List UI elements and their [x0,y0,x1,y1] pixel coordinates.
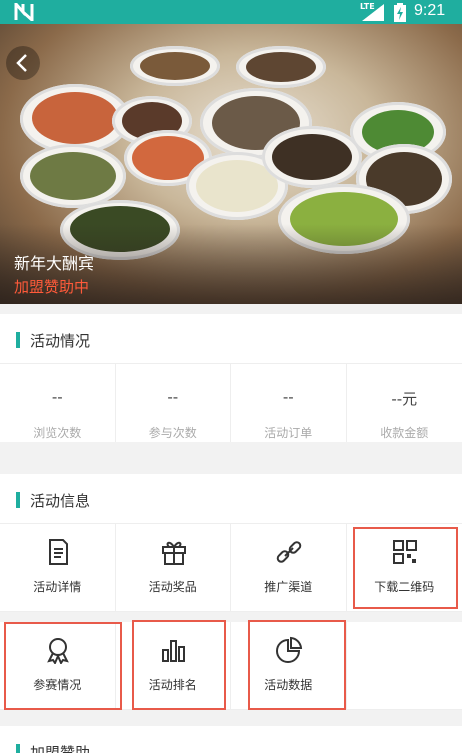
stat-value: --元 [391,390,418,408]
section-accent-bar [16,332,20,348]
section-accent-bar [16,744,20,753]
participation-status-button[interactable]: 参赛情况 [0,622,116,710]
stat-revenue: --元 收款金额 [347,364,462,442]
gift-icon [161,541,186,565]
stat-views: -- 浏览次数 [0,364,116,442]
grid-item-label: 活动排名 [148,678,197,692]
empty-cell [346,622,462,710]
n-logo-icon [14,3,34,21]
stat-orders: -- 活动订单 [231,364,347,442]
award-icon [47,638,69,664]
bar-chart-icon [161,640,185,662]
chevron-left-icon [16,54,27,72]
activity-ranking-button[interactable]: 活动排名 [115,622,231,710]
activity-data-button[interactable]: 活动数据 [231,622,347,710]
back-button[interactable] [6,46,40,80]
activity-title: 新年大酬宾 [14,254,95,273]
pie-chart-icon [276,636,303,663]
stat-label: 浏览次数 [33,426,82,440]
link-icon [276,541,302,563]
hero-banner: 新年大酬宾 加盟赞助中 [0,24,462,304]
status-bar: LTE 9:21 [0,0,462,24]
section-title: 加盟赞助 [30,744,91,753]
grid-item-label: 活动详情 [33,580,82,594]
section-title: 活动信息 [30,492,91,510]
qr-code-icon [392,540,417,564]
download-qr-button[interactable]: 下载二维码 [346,524,462,612]
battery-charging-icon [394,3,406,22]
grid-item-label: 活动奖品 [148,580,197,594]
stat-value: -- [282,388,294,406]
sponsorship-header: 加盟赞助 [0,726,462,753]
activity-details-button[interactable]: 活动详情 [0,524,116,612]
stats-row: -- 浏览次数 -- 参与次数 -- 活动订单 --元 收款金额 [0,364,462,442]
stat-value: -- [51,388,63,406]
activity-status-header: 活动情况 [0,314,462,364]
signal-icon [362,4,384,21]
activity-status-section: 活动情况 -- 浏览次数 -- 参与次数 -- 活动订单 --元 收款金额 [0,314,462,442]
stat-label: 收款金额 [380,426,429,440]
stat-label: 参与次数 [148,426,197,440]
activity-info-header: 活动信息 [0,474,462,524]
status-time: 9:21 [414,2,446,19]
grid-item-label: 活动数据 [264,678,313,692]
activity-subtitle: 加盟赞助中 [14,278,90,296]
grid-item-label: 参赛情况 [33,678,82,692]
section-title: 活动情况 [30,332,91,350]
stat-label: 活动订单 [264,426,313,440]
document-icon [49,539,68,565]
promotion-channels-button[interactable]: 推广渠道 [231,524,347,612]
sponsorship-section: 加盟赞助 [0,726,462,753]
grid-item-label: 下载二维码 [374,580,435,594]
grid-item-label: 推广渠道 [264,580,313,594]
stat-value: -- [167,388,179,406]
stat-participations: -- 参与次数 [116,364,231,442]
activity-prizes-button[interactable]: 活动奖品 [115,524,231,612]
activity-info-section: 活动信息 活动详情 活动奖品 推广渠道 下载二维码 参赛情况 活动排名 活动数据 [0,474,462,714]
section-accent-bar [16,492,20,508]
